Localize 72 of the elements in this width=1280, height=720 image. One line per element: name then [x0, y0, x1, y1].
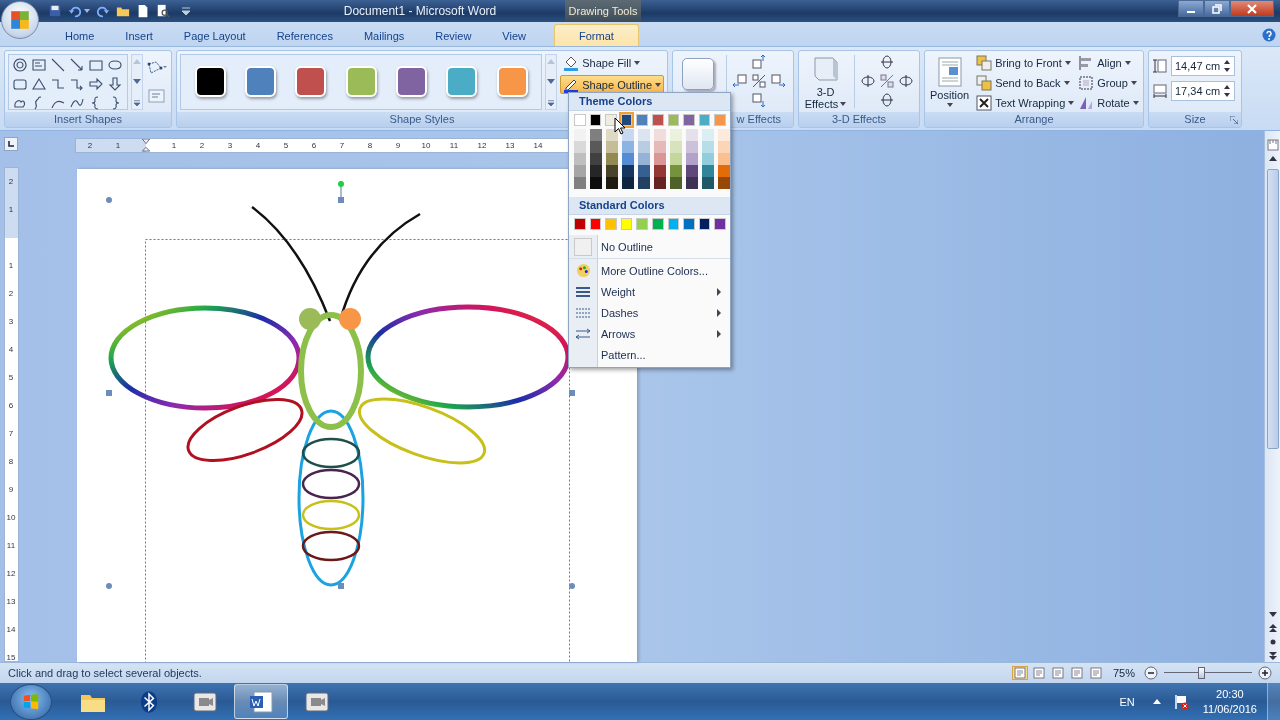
ruler-number: 13	[6, 596, 16, 608]
ruler-number: 2	[86, 141, 94, 150]
menu-item[interactable]: More Outline Colors...	[569, 260, 730, 281]
group-label: Insert Shapes	[5, 112, 171, 127]
ruler-number: 7	[8, 428, 14, 440]
ruler-number: 12	[6, 568, 16, 580]
ribbon-tab[interactable]: Mailings	[350, 24, 418, 46]
window-title: Document1 - Microsoft Word	[342, 4, 498, 18]
arrange-command[interactable]: Group	[1076, 73, 1141, 93]
ruler-number: 14	[6, 624, 16, 636]
ruler-number: 1	[8, 204, 14, 216]
ruler-number: 2	[198, 141, 206, 150]
menu-item[interactable]: Dashes	[569, 302, 730, 323]
ruler-number: 10	[420, 141, 432, 150]
ruler-number: 9	[8, 484, 14, 496]
group-label: Arrange	[925, 112, 1143, 127]
clock-time[interactable]: 20:30	[1216, 686, 1244, 702]
ruler-number: 11	[448, 141, 460, 150]
ruler-number: 10	[6, 512, 16, 524]
ruler-number: 1	[114, 141, 122, 150]
ruler-number: 8	[8, 456, 14, 468]
ribbon-tab[interactable]: Review	[422, 24, 485, 46]
arrange-command[interactable]: Rotate	[1076, 93, 1141, 113]
ruler-number: 15	[6, 652, 16, 661]
arrange-command[interactable]: Bring to Front	[974, 53, 1077, 73]
menu-item[interactable]: No Outline	[569, 235, 730, 259]
ruler-number: 6	[8, 400, 14, 412]
shape-outline-button[interactable]: Shape Outline	[560, 75, 664, 94]
ruler-number: 6	[310, 141, 318, 150]
menu-heading: Theme Colors	[569, 93, 730, 111]
ruler-number: 4	[254, 141, 262, 150]
ruler-number: 2	[8, 176, 14, 188]
3d-effects-button[interactable]: 3-D Effects	[802, 53, 849, 110]
position-button[interactable]: Position	[928, 56, 972, 107]
ruler-number: 2	[8, 288, 14, 300]
language-indicator[interactable]: EN	[1119, 695, 1135, 708]
status-text: Click and drag to select several objects.	[8, 667, 202, 679]
width-field[interactable]: 17,34 cm	[1171, 81, 1235, 101]
zoom-level[interactable]: 75%	[1112, 667, 1135, 679]
height-field[interactable]: 14,47 cm	[1171, 56, 1235, 76]
ruler-number: 3	[226, 141, 234, 150]
ruler-number: 9	[394, 141, 402, 150]
ribbon-tab[interactable]: Format	[554, 24, 639, 46]
ribbon-tab[interactable]: References	[263, 24, 346, 46]
ribbon-tab[interactable]: Home	[52, 24, 108, 46]
ruler-number: 1	[8, 260, 14, 272]
ribbon-tab[interactable]: View	[489, 24, 539, 46]
arrange-command[interactable]: Send to Back	[974, 73, 1077, 93]
ruler-number: 14	[532, 141, 544, 150]
ruler-number: 7	[338, 141, 346, 150]
ruler-number: 1	[170, 141, 178, 150]
ruler-number: 11	[6, 540, 16, 552]
arrange-command[interactable]: Text Wrapping	[974, 93, 1077, 113]
menu-heading: Standard Colors	[569, 197, 730, 215]
ribbon-tab[interactable]: Page Layout	[170, 24, 259, 46]
ruler-number: 13	[504, 141, 516, 150]
ruler-number: 8	[366, 141, 374, 150]
shape-fill-button[interactable]: Shape Fill	[560, 53, 664, 72]
arrange-command[interactable]: Align	[1076, 53, 1141, 73]
contextual-tab-header: Drawing Tools	[565, 0, 641, 22]
group-label: 3-D Effects	[799, 112, 919, 127]
menu-item[interactable]: Arrows	[569, 323, 730, 344]
ruler-number: 12	[476, 141, 488, 150]
ruler-number: 5	[8, 372, 14, 384]
clock-date[interactable]: 11/06/2016	[1202, 701, 1257, 717]
ruler-number: 5	[282, 141, 290, 150]
group-label: Size	[1184, 112, 1206, 127]
ruler-number: 3	[8, 316, 14, 328]
menu-item[interactable]: Pattern...	[569, 344, 730, 365]
menu-item[interactable]: Weight	[569, 281, 730, 302]
ribbon-tab[interactable]: Insert	[112, 24, 166, 46]
ruler-number: 4	[8, 344, 14, 356]
